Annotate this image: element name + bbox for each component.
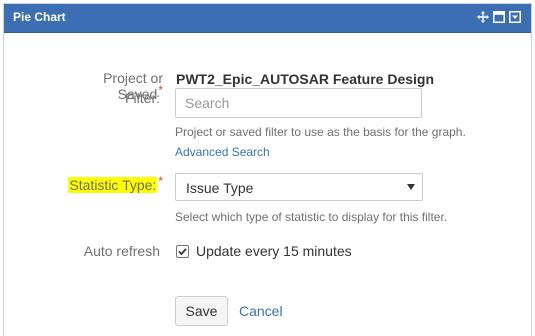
filter-help-text: Project or saved filter to use as the ba… (175, 125, 466, 139)
move-icon[interactable] (477, 11, 489, 23)
statistic-type-value: Issue Type (186, 180, 254, 196)
gadget-title: Pie Chart (13, 10, 66, 24)
gadget-title-bar: Pie Chart (4, 4, 531, 33)
maximize-icon[interactable] (493, 11, 505, 23)
checkmark-icon (178, 248, 187, 256)
auto-refresh-checkbox-label[interactable]: Update every 15 minutes (196, 243, 352, 259)
auto-refresh-checkbox[interactable] (176, 245, 189, 258)
chevron-down-icon (407, 184, 415, 190)
statistic-help-text: Select which type of statistic to displa… (175, 210, 448, 224)
statistic-type-select[interactable]: Issue Type (175, 173, 423, 201)
dropdown-menu-icon[interactable] (509, 11, 521, 23)
gadget-title-icons (477, 11, 521, 23)
filter-label-line2: Filter: (125, 90, 160, 106)
statistic-type-label: Statistic Type: * (56, 174, 163, 193)
advanced-search-link[interactable]: Advanced Search (175, 145, 270, 159)
filter-search-input[interactable] (175, 88, 422, 118)
cancel-link[interactable]: Cancel (239, 303, 283, 319)
statistic-type-label-text: Statistic Type: (68, 177, 158, 193)
selected-filter-name: PWT2_Epic_AUTOSAR Feature Design (176, 71, 435, 87)
save-button[interactable]: Save (175, 296, 228, 326)
pie-chart-gadget: Pie Chart Project or Saved* Filter: PWT2… (3, 3, 532, 336)
required-marker: * (158, 174, 163, 188)
auto-refresh-label: Auto refresh (83, 243, 160, 259)
